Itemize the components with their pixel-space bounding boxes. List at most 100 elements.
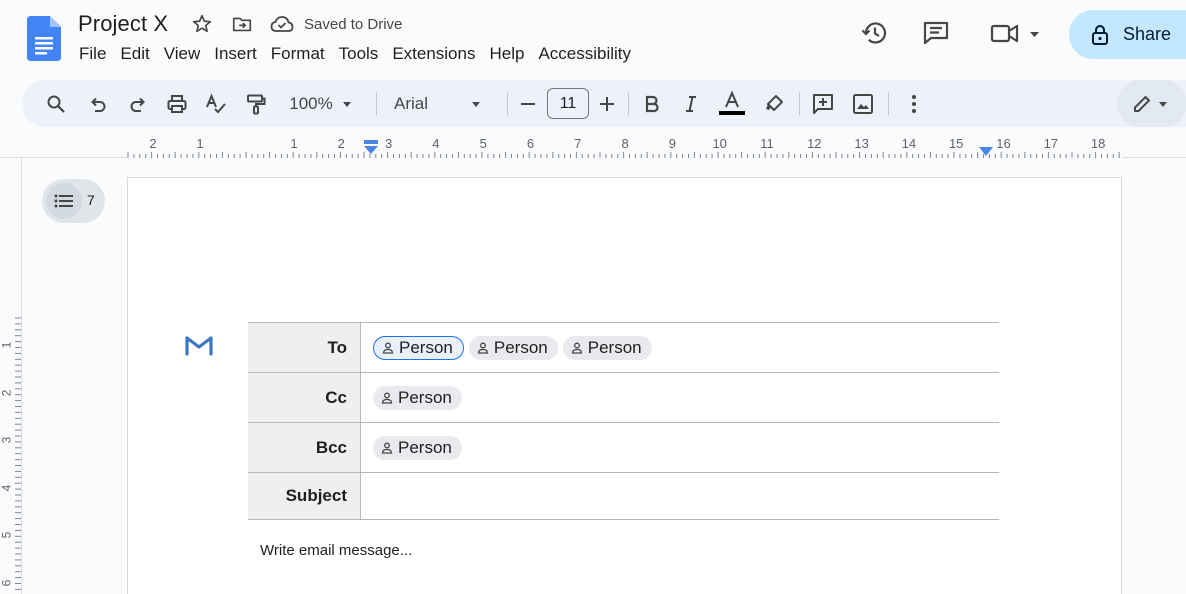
search-button[interactable] bbox=[42, 80, 70, 127]
email-subject-input[interactable] bbox=[361, 473, 999, 519]
menu-file[interactable]: File bbox=[72, 42, 113, 66]
person-chip[interactable]: Person bbox=[373, 435, 462, 460]
email-value-cc[interactable]: Person bbox=[361, 373, 999, 422]
horizontal-ruler[interactable]: 2 1 1 2 3 4 5 6 7 8 9 10 11 12 13 14 15 16 17 18 bbox=[0, 134, 1186, 158]
increase-font-size-button[interactable] bbox=[594, 80, 620, 127]
star-icon[interactable] bbox=[191, 13, 213, 35]
ruler-number: 7 bbox=[574, 136, 582, 151]
redo-button[interactable] bbox=[124, 80, 152, 127]
ruler-number: 4 bbox=[432, 136, 440, 151]
vruler-number: 2 bbox=[0, 389, 14, 396]
person-icon bbox=[477, 342, 489, 354]
menu-view[interactable]: View bbox=[157, 42, 208, 66]
vruler-number: 5 bbox=[0, 531, 14, 539]
undo-button[interactable] bbox=[84, 80, 112, 127]
insert-image-button[interactable] bbox=[849, 80, 877, 127]
meet-icon[interactable] bbox=[988, 18, 1042, 48]
document-outline-button[interactable]: 7 bbox=[42, 179, 105, 223]
email-label-subject: Subject bbox=[248, 473, 361, 519]
more-button[interactable] bbox=[900, 80, 928, 127]
italic-icon bbox=[686, 95, 696, 112]
font-size-input[interactable]: 11 bbox=[547, 88, 589, 119]
comments-icon[interactable] bbox=[921, 18, 951, 48]
email-row-subject: Subject bbox=[248, 472, 999, 520]
print-button[interactable] bbox=[163, 80, 191, 127]
ruler-number: 2 bbox=[149, 136, 157, 151]
menu-edit[interactable]: Edit bbox=[113, 42, 156, 66]
menu-help[interactable]: Help bbox=[482, 42, 531, 66]
add-comment-icon bbox=[813, 93, 833, 114]
person-chip[interactable]: Person bbox=[373, 385, 462, 410]
toolbar: 100% Arial 11 bbox=[22, 80, 1186, 127]
highlight-icon bbox=[766, 94, 783, 111]
ruler-number: 17 bbox=[1043, 136, 1059, 151]
outline-list-icon bbox=[54, 194, 73, 208]
more-icon bbox=[912, 94, 916, 113]
email-value-to[interactable]: Person Person Person bbox=[361, 323, 999, 372]
paint-format-icon bbox=[247, 94, 266, 114]
minus-icon bbox=[521, 102, 535, 105]
email-value-bcc[interactable]: Person bbox=[361, 423, 999, 472]
text-color-button[interactable] bbox=[717, 80, 747, 127]
share-button[interactable]: Share bbox=[1069, 10, 1186, 59]
vertical-ruler[interactable]: 1 2 3 4 5 6 bbox=[0, 158, 22, 594]
editing-mode-icon bbox=[1134, 95, 1150, 112]
person-chip[interactable]: Person bbox=[373, 335, 464, 360]
cloud-saved-icon[interactable] bbox=[270, 14, 294, 34]
menu-extensions[interactable]: Extensions bbox=[385, 42, 482, 66]
menu-insert[interactable]: Insert bbox=[207, 42, 264, 66]
ruler-number: 11 bbox=[760, 136, 774, 151]
search-icon bbox=[47, 95, 65, 113]
person-chip[interactable]: Person bbox=[468, 335, 558, 360]
menu-tools[interactable]: Tools bbox=[332, 42, 386, 66]
move-folder-icon[interactable] bbox=[231, 13, 253, 35]
bold-button[interactable] bbox=[638, 80, 666, 127]
person-chip-label: Person bbox=[399, 337, 453, 357]
ruler-number: 5 bbox=[479, 136, 487, 151]
paint-format-button[interactable] bbox=[242, 80, 270, 127]
zoom-select[interactable]: 100% bbox=[280, 80, 370, 127]
person-icon bbox=[382, 342, 394, 354]
spellcheck-icon bbox=[206, 92, 226, 113]
highlight-button[interactable] bbox=[760, 80, 788, 127]
email-row-to: To Person Person Person bbox=[248, 322, 999, 372]
ruler-number: 16 bbox=[996, 136, 1011, 151]
outline-count: 7 bbox=[87, 192, 95, 208]
right-indent-marker-icon[interactable] bbox=[978, 146, 994, 158]
italic-button[interactable] bbox=[677, 80, 705, 127]
spellcheck-button[interactable] bbox=[202, 80, 230, 127]
font-select[interactable]: Arial bbox=[386, 80, 496, 127]
plus-icon bbox=[600, 96, 614, 111]
docs-logo-icon[interactable] bbox=[27, 16, 61, 61]
person-chip[interactable]: Person bbox=[562, 335, 652, 360]
ruler-number: 6 bbox=[526, 136, 535, 151]
version-history-icon[interactable] bbox=[860, 18, 890, 48]
toolbar-divider bbox=[507, 92, 508, 115]
menu-format[interactable]: Format bbox=[264, 42, 332, 66]
ruler-number: 10 bbox=[712, 136, 727, 151]
decrease-font-size-button[interactable] bbox=[515, 80, 541, 127]
menu-accessibility[interactable]: Accessibility bbox=[531, 42, 638, 66]
gmail-icon[interactable] bbox=[184, 333, 214, 356]
email-label-to: To bbox=[248, 323, 361, 372]
email-message-field[interactable]: Write email message... bbox=[260, 542, 412, 559]
menu-bar: File Edit View Insert Format Tools Exten… bbox=[72, 42, 638, 66]
email-draft-block[interactable]: To Person Person Person Cc Person Bcc Pe… bbox=[248, 322, 999, 520]
editing-mode-button[interactable] bbox=[1117, 80, 1186, 127]
toolbar-divider bbox=[888, 92, 889, 115]
add-comment-button[interactable] bbox=[809, 80, 837, 127]
ruler-number: 12 bbox=[807, 136, 822, 151]
person-icon bbox=[381, 442, 393, 454]
vruler-number: 3 bbox=[0, 436, 14, 444]
left-indent-marker-icon[interactable] bbox=[362, 140, 380, 156]
undo-icon bbox=[91, 97, 106, 112]
ruler-number: 14 bbox=[901, 136, 917, 151]
document-title[interactable]: Project X bbox=[78, 11, 168, 37]
person-chip-label: Person bbox=[398, 387, 452, 407]
font-value: Arial bbox=[394, 93, 429, 113]
share-label: Share bbox=[1123, 24, 1172, 44]
header: Project X Saved to Drive File Edit View … bbox=[0, 0, 1186, 76]
ruler-number: 8 bbox=[621, 136, 629, 151]
chevron-down-icon bbox=[472, 101, 481, 107]
person-chip-label: Person bbox=[398, 437, 452, 457]
